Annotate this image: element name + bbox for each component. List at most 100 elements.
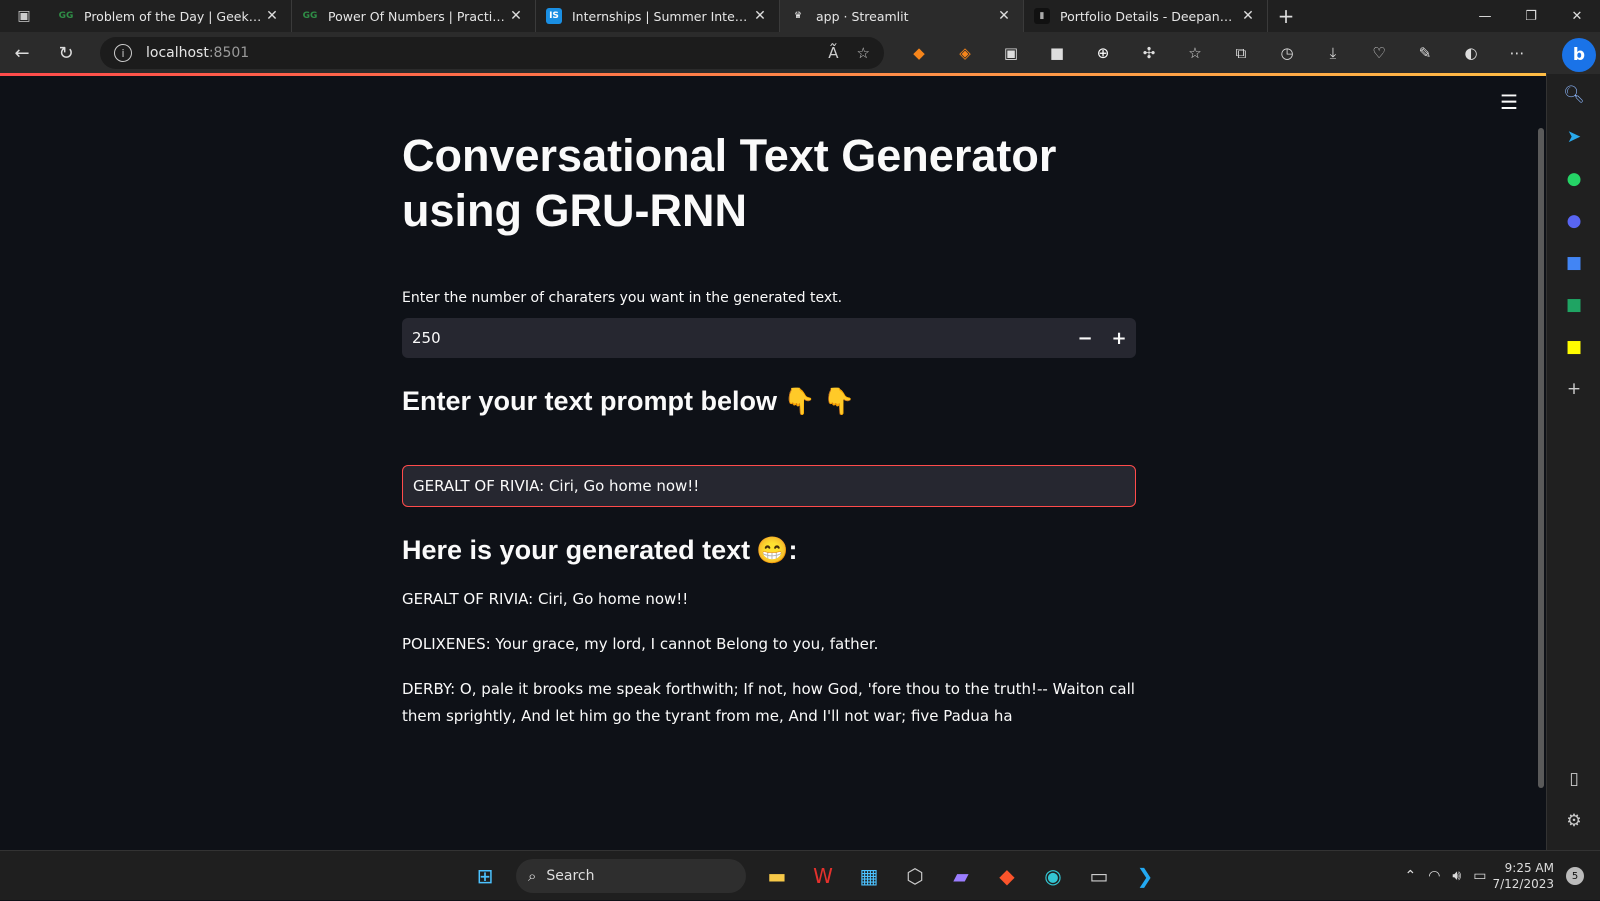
search-icon[interactable]: 🔍︎ bbox=[1547, 74, 1600, 116]
prompt-text-value[interactable]: GERALT OF RIVIA: Ciri, Go home now!! bbox=[413, 477, 699, 495]
windows-taskbar: ⊞ ⌕ Search ▬ W ▦ ⬡ ▰ ◆ ◉ ▭ ❯ ⌃ ◠ 🔊︎ ▭ 9:… bbox=[0, 850, 1600, 900]
downloads-icon[interactable]: ⤓ bbox=[1310, 32, 1356, 74]
metamask-icon[interactable]: ◆ bbox=[896, 32, 942, 74]
hamburger-menu-icon[interactable]: ☰ bbox=[1500, 90, 1518, 114]
restore-icon[interactable]: ❐ bbox=[1508, 0, 1554, 32]
gfg-icon: GG bbox=[302, 11, 318, 21]
minimize-icon[interactable]: — bbox=[1462, 0, 1508, 32]
extensions-toolbar: ◆ ◈ ▣ ■ ⊕ ✣ ☆ ⧉ ◷ ⤓ ♡ ✎ ◐ ⋯ bbox=[896, 32, 1540, 74]
url-host: localhost bbox=[146, 45, 209, 61]
tab-title: Portfolio Details - Deepankar Sha bbox=[1060, 8, 1239, 24]
microsoft-store-icon[interactable]: ▦ bbox=[846, 857, 892, 895]
increment-button[interactable]: + bbox=[1102, 318, 1136, 358]
generated-heading: Here is your generated text 😁: bbox=[402, 535, 1136, 566]
tab-title: Power Of Numbers | Practice | Ge bbox=[328, 8, 507, 24]
bing-chat-icon[interactable]: b bbox=[1562, 38, 1596, 72]
page-title: Conversational Text Generator using GRU-… bbox=[402, 130, 1057, 236]
prompt-heading-text: Enter your text prompt below bbox=[402, 386, 778, 416]
vscode-icon[interactable]: ❯ bbox=[1122, 857, 1168, 895]
wifi-icon[interactable]: ◠ bbox=[1428, 868, 1440, 884]
gfg-icon: GG bbox=[58, 11, 74, 21]
decrement-button[interactable]: − bbox=[1068, 318, 1102, 358]
reload-icon[interactable]: ↻ bbox=[44, 32, 88, 74]
read-aloud-icon[interactable]: A᷉ bbox=[828, 44, 838, 62]
browser-toolbar: ← ↻ i localhost:8501 A᷉ ☆ ◆ ◈ ▣ ■ ⊕ ✣ ☆ … bbox=[0, 32, 1600, 74]
visual-studio-icon[interactable]: ▰ bbox=[938, 857, 984, 895]
close-icon[interactable]: ✕ bbox=[995, 8, 1013, 24]
close-icon[interactable]: ✕ bbox=[751, 8, 769, 24]
extensions-puzzle-icon[interactable]: ✣ bbox=[1126, 32, 1172, 74]
search-icon: ⌕ bbox=[528, 867, 537, 885]
performance-icon[interactable]: ♡ bbox=[1356, 32, 1402, 74]
volume-icon[interactable]: 🔊︎ bbox=[1452, 868, 1461, 884]
edge-browser-icon[interactable]: ◉ bbox=[1030, 857, 1076, 895]
scrollbar[interactable] bbox=[1538, 128, 1544, 788]
portfolio-icon: ▮ bbox=[1034, 8, 1050, 24]
chevron-up-icon[interactable]: ⌃ bbox=[1404, 868, 1416, 884]
discord-icon[interactable]: ● bbox=[1547, 200, 1600, 242]
address-bar[interactable]: i localhost:8501 A᷉ ☆ bbox=[100, 37, 884, 69]
close-icon[interactable]: ✕ bbox=[507, 8, 525, 24]
close-window-icon[interactable]: ✕ bbox=[1554, 0, 1600, 32]
tab-title: Problem of the Day | GeeksforGe bbox=[84, 8, 263, 24]
whatsapp-icon[interactable]: ● bbox=[1547, 158, 1600, 200]
pointing-down-icon: 👇 👇 bbox=[783, 386, 856, 416]
close-icon[interactable]: ✕ bbox=[263, 8, 281, 24]
tab-4[interactable]: ▮ Portfolio Details - Deepankar Sha ✕ bbox=[1024, 0, 1268, 32]
add-sidebar-app-icon[interactable]: + bbox=[1547, 368, 1600, 410]
copilot-icon[interactable]: ✎ bbox=[1402, 32, 1448, 74]
unity-icon[interactable]: ⬡ bbox=[892, 857, 938, 895]
terminal-icon[interactable]: ▭ bbox=[1076, 857, 1122, 895]
tab-1[interactable]: GG Power Of Numbers | Practice | Ge ✕ bbox=[292, 0, 536, 32]
translate-icon[interactable]: ■ bbox=[1547, 242, 1600, 284]
tab-3[interactable]: ♛ app · Streamlit ✕ bbox=[780, 0, 1024, 32]
generated-heading-text: Here is your generated text bbox=[402, 535, 751, 565]
fox-extension-icon[interactable]: ◈ bbox=[942, 32, 988, 74]
snapchat-icon[interactable]: ■ bbox=[1547, 326, 1600, 368]
main-block: Conversational Text Generator using GRU-… bbox=[402, 128, 1136, 730]
clock-date: 7/12/2023 bbox=[1492, 877, 1554, 891]
profile-avatar-icon[interactable]: ◐ bbox=[1448, 32, 1494, 74]
char-count-number-input[interactable]: 250 − + bbox=[402, 318, 1136, 358]
info-icon[interactable]: i bbox=[114, 44, 132, 62]
prompt-text-input[interactable]: GERALT OF RIVIA: Ciri, Go home now!! bbox=[402, 465, 1136, 507]
tab-actions-icon[interactable]: ▣ bbox=[0, 0, 48, 32]
collections-icon[interactable]: ⧉ bbox=[1218, 32, 1264, 74]
dark-reader-icon[interactable]: ■ bbox=[1034, 32, 1080, 74]
generated-heading-colon: : bbox=[788, 535, 798, 565]
battery-icon[interactable]: ▭ bbox=[1473, 868, 1486, 884]
number-input-label: Enter the number of charaters you want i… bbox=[402, 290, 843, 306]
prompt-heading: Enter your text prompt below 👇 👇 bbox=[402, 386, 1136, 417]
clock-time: 9:25 AM bbox=[1504, 861, 1554, 875]
back-icon[interactable]: ← bbox=[0, 32, 44, 74]
grinning-face-icon: 😁 bbox=[756, 535, 789, 565]
picture-in-picture-icon[interactable]: ▣ bbox=[988, 32, 1034, 74]
notification-badge[interactable]: 5 bbox=[1566, 867, 1584, 885]
history-icon[interactable]: ◷ bbox=[1264, 32, 1310, 74]
brave-browser-icon[interactable]: ◆ bbox=[984, 857, 1030, 895]
tab-2[interactable]: IS Internships | Summer Internship ✕ bbox=[536, 0, 780, 32]
windows-start-icon[interactable]: ⊞ bbox=[462, 857, 508, 895]
wps-office-icon[interactable]: W bbox=[800, 857, 846, 895]
new-tab-icon[interactable]: + bbox=[1268, 0, 1304, 32]
streamlit-app: ☰ Conversational Text Generator using GR… bbox=[0, 76, 1546, 850]
favorite-star-icon[interactable]: ☆ bbox=[857, 44, 870, 62]
char-count-value[interactable]: 250 bbox=[412, 329, 1068, 347]
chat-icon[interactable]: ■ bbox=[1547, 284, 1600, 326]
close-icon[interactable]: ✕ bbox=[1239, 8, 1257, 24]
taskbar-search[interactable]: ⌕ Search bbox=[516, 859, 746, 893]
add-extension-icon[interactable]: ⊕ bbox=[1080, 32, 1126, 74]
favorites-icon[interactable]: ☆ bbox=[1172, 32, 1218, 74]
tab-0[interactable]: GG Problem of the Day | GeeksforGe ✕ bbox=[48, 0, 292, 32]
taskbar-search-label: Search bbox=[546, 868, 595, 884]
settings-gear-icon[interactable]: ⚙ bbox=[1547, 800, 1600, 842]
browser-tab-strip: ▣ GG Problem of the Day | GeeksforGe ✕ G… bbox=[0, 0, 1600, 32]
more-options-icon[interactable]: ⋯ bbox=[1494, 32, 1540, 74]
tab-title: Internships | Summer Internship bbox=[572, 8, 751, 24]
system-tray: ⌃ ◠ 🔊︎ ▭ 9:25 AM 7/12/2023 5 bbox=[1398, 851, 1600, 901]
clock[interactable]: 9:25 AM 7/12/2023 bbox=[1492, 860, 1554, 892]
hide-sidebar-icon[interactable]: ▯ bbox=[1547, 758, 1600, 800]
file-explorer-icon[interactable]: ▬ bbox=[754, 857, 800, 895]
telegram-icon[interactable]: ➤ bbox=[1547, 116, 1600, 158]
generated-text-line: GERALT OF RIVIA: Ciri, Go home now!! bbox=[402, 590, 689, 608]
